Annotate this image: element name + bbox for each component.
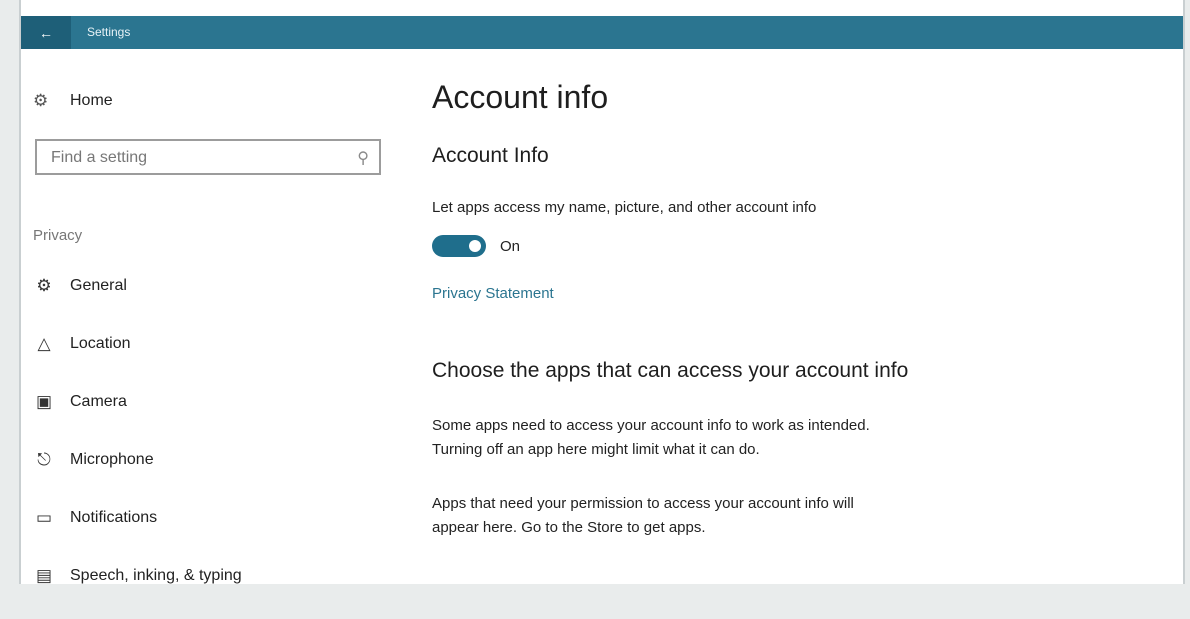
microphone-icon: ⎋	[37, 450, 51, 469]
arrow-left-icon: ←	[39, 24, 53, 41]
sidebar-item-location[interactable]: △ Location	[33, 315, 393, 373]
sidebar-item-speech[interactable]: ▤ Speech, inking, & typing	[33, 547, 393, 605]
sidebar-item-label: Location	[70, 335, 131, 352]
lock-icon: ⚙	[36, 276, 52, 295]
title-bar: ← Settings	[21, 16, 1183, 49]
back-button[interactable]: ←	[21, 16, 71, 49]
speech-icon: ▤	[35, 566, 53, 585]
sidebar-item-label: Notifications	[70, 509, 158, 526]
toggle-knob	[469, 240, 481, 252]
sidebar-item-notifications[interactable]: ▭ Notifications	[33, 489, 393, 547]
location-icon: △	[37, 334, 51, 353]
window-title: Settings	[87, 25, 131, 39]
main-content: Account info Account Info Let apps acces…	[432, 49, 1163, 584]
search-box: ⚲	[35, 139, 381, 175]
search-icon[interactable]: ⚲	[357, 148, 369, 168]
settings-window: ← Settings ⚙ Home ⚲ Privacy ⚙ General △ …	[19, 0, 1185, 585]
paragraph-line: Apps that need your permission to access…	[432, 495, 854, 512]
sidebar-item-label: Speech, inking, & typing	[70, 567, 242, 584]
choose-apps-title: Choose the apps that can access your acc…	[432, 359, 909, 382]
sidebar-item-label: Camera	[70, 393, 127, 410]
section-label-privacy: Privacy	[33, 227, 83, 244]
window-top-edge	[21, 0, 1183, 16]
paragraph-line: Turning off an app here might limit what…	[432, 441, 760, 458]
apps-info-paragraph: Some apps need to access your account in…	[432, 414, 1032, 462]
sidebar-item-label: Home	[70, 92, 113, 109]
section-title: Account Info	[432, 144, 549, 167]
sidebar-item-microphone[interactable]: ⎋ Microphone	[33, 431, 393, 489]
paragraph-line: appear here. Go to the Store to get apps…	[432, 519, 706, 536]
notifications-icon: ▭	[35, 508, 53, 527]
privacy-nav-list: ⚙ General △ Location ▣ Camera ⎋ Micropho…	[33, 271, 393, 619]
apps-permission-paragraph: Apps that need your permission to access…	[432, 492, 1032, 540]
privacy-statement-link[interactable]: Privacy Statement	[432, 285, 554, 302]
toggle-description: Let apps access my name, picture, and ot…	[432, 199, 817, 216]
sidebar-item-home[interactable]: ⚙ Home	[33, 89, 113, 113]
paragraph-line: Some apps need to access your account in…	[432, 417, 870, 434]
page-title: Account info	[432, 79, 609, 115]
sidebar-item-label: Microphone	[70, 451, 154, 468]
sidebar-item-camera[interactable]: ▣ Camera	[33, 373, 393, 431]
sidebar-item-label: General	[70, 277, 127, 294]
search-input[interactable]	[49, 141, 353, 175]
sidebar: ⚙ Home ⚲ Privacy ⚙ General △ Location ▣ …	[21, 49, 401, 585]
toggle-state-label: On	[500, 237, 521, 255]
sidebar-item-general[interactable]: ⚙ General	[33, 257, 393, 315]
gear-icon: ⚙	[33, 91, 49, 110]
camera-icon: ▣	[35, 392, 53, 411]
toggle-row: On	[432, 235, 520, 257]
account-info-toggle[interactable]	[432, 235, 486, 257]
